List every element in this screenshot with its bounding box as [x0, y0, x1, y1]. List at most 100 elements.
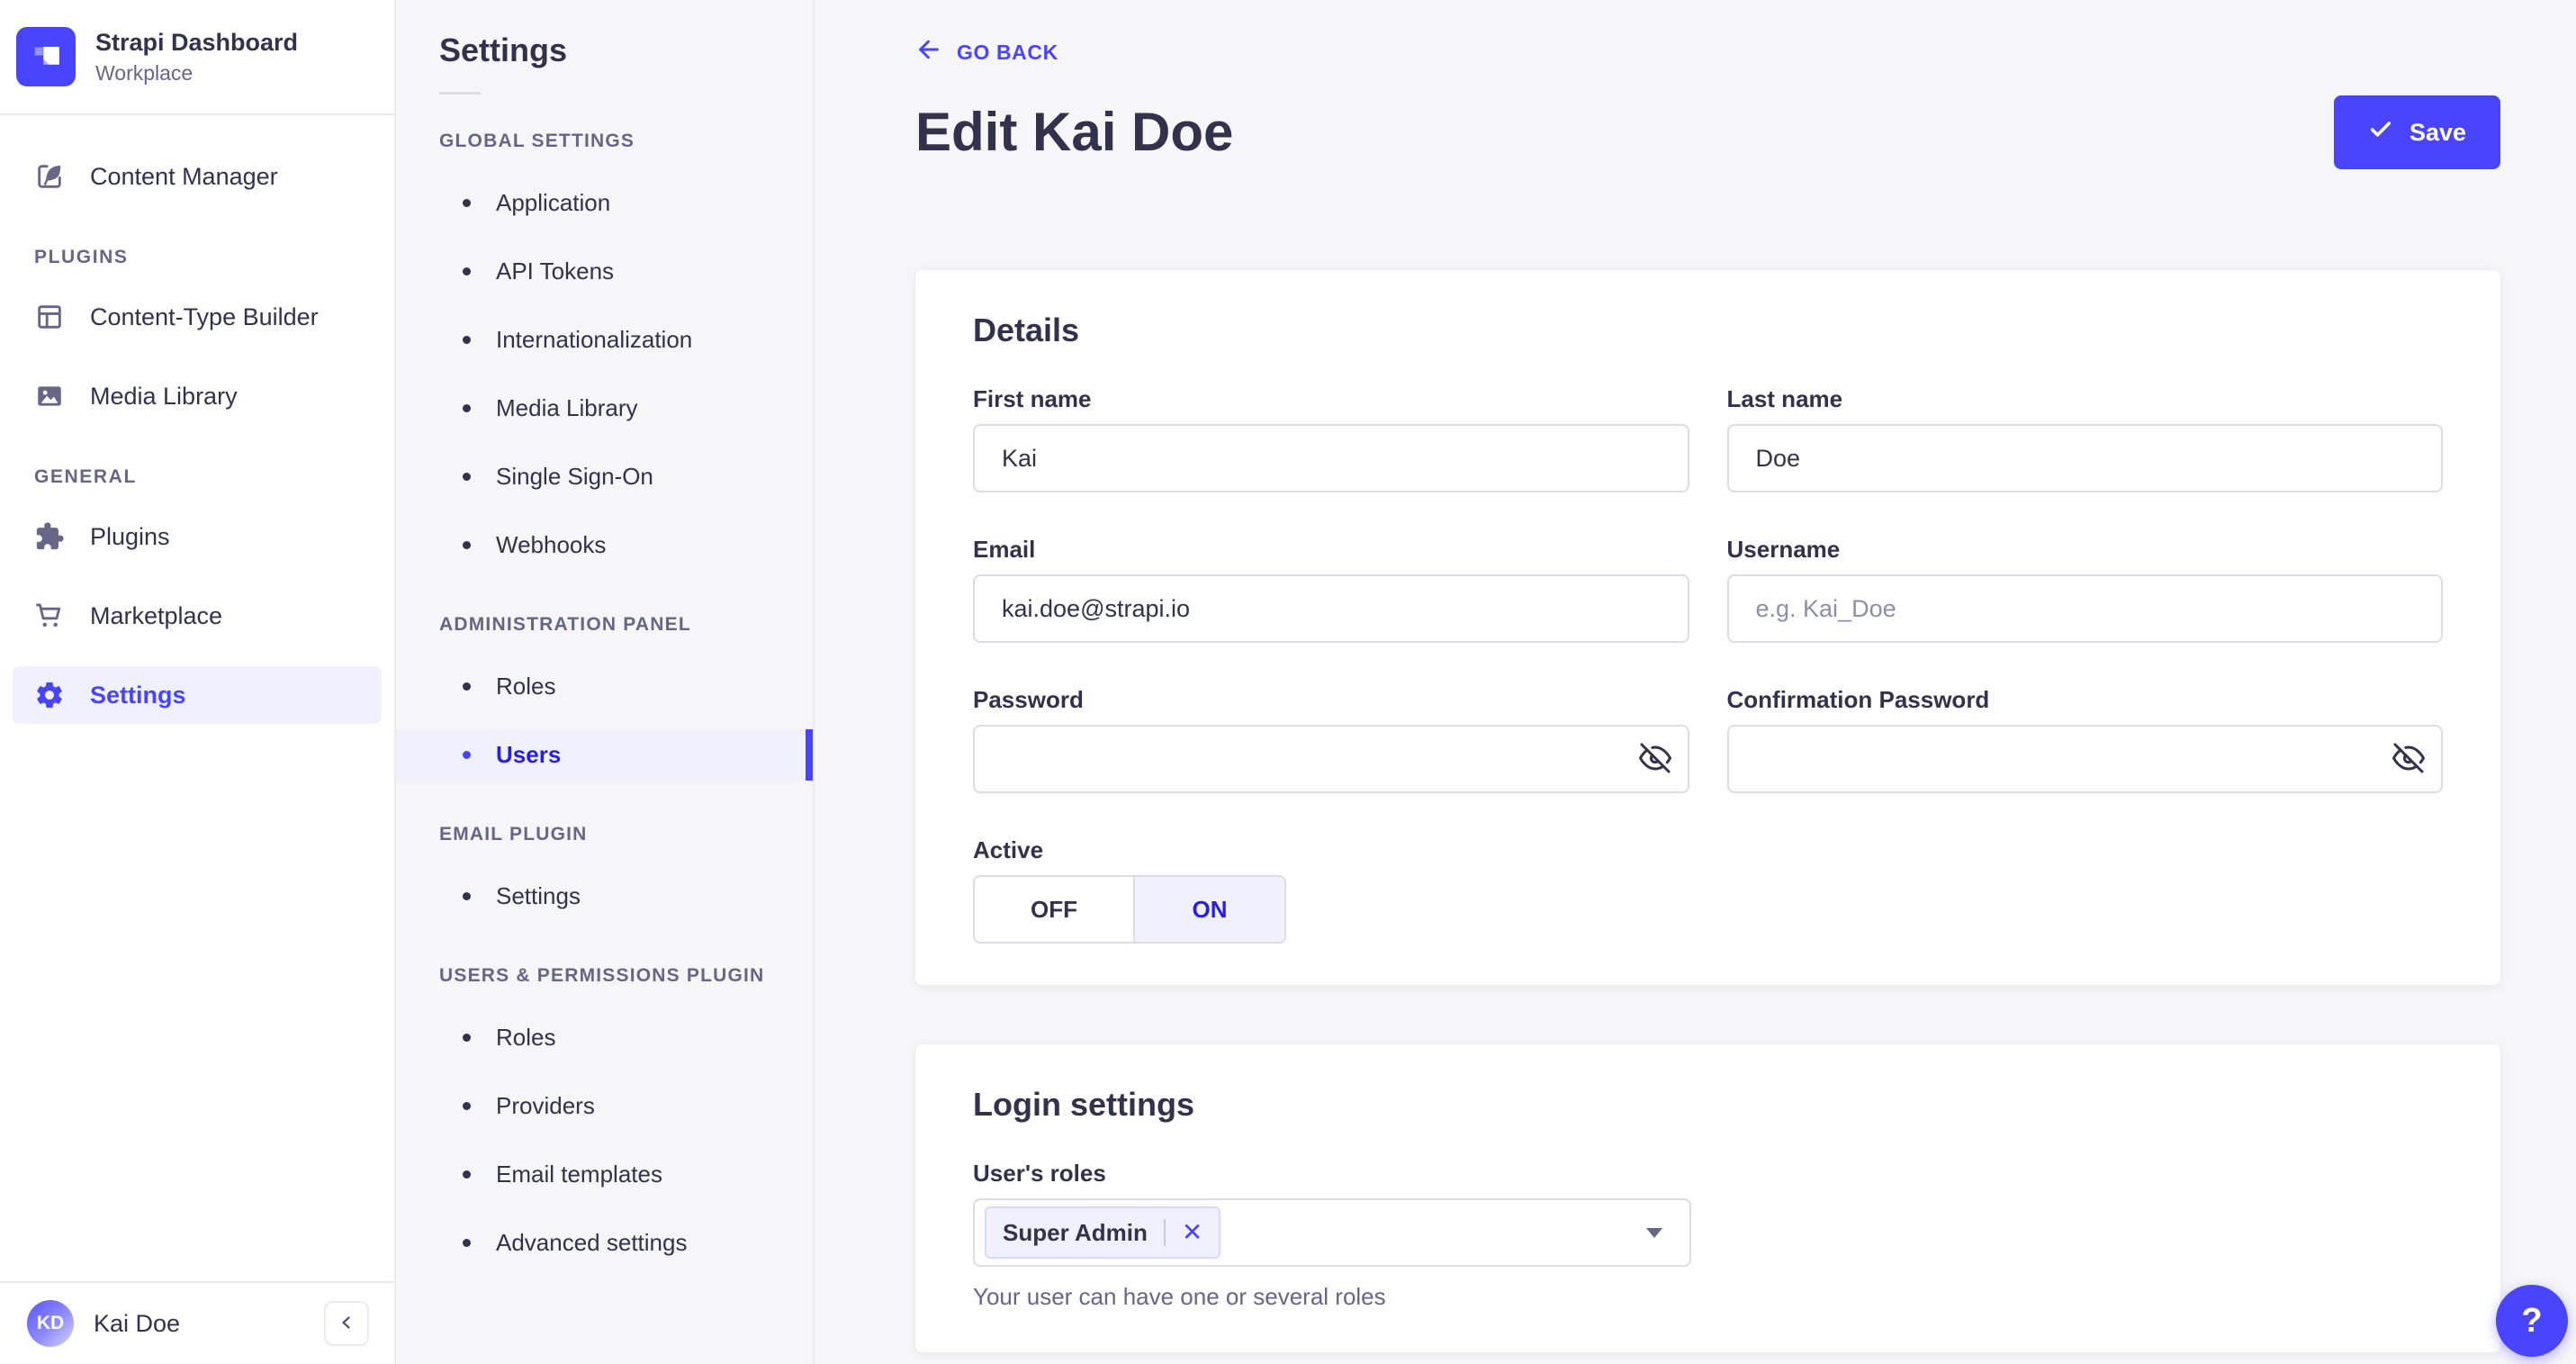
- subnav-item-single-sign-on[interactable]: Single Sign-On: [396, 451, 813, 502]
- remove-role-button[interactable]: ✕: [1182, 1220, 1202, 1245]
- subnav-item-advanced-settings[interactable]: Advanced settings: [396, 1217, 813, 1269]
- last-name-field: Last name: [1726, 385, 2443, 492]
- collapse-sidebar-button[interactable]: [324, 1301, 369, 1346]
- subnav-item-label: Media Library: [496, 394, 638, 421]
- roles-hint: Your user can have one or several roles: [973, 1283, 1386, 1310]
- role-tag-label: Super Admin: [1003, 1218, 1148, 1246]
- bullet-icon: [463, 892, 471, 900]
- confirmation-password-input[interactable]: [1726, 725, 2443, 793]
- active-field: Active OFF ON: [973, 836, 2443, 944]
- plugins-puzzle-icon: [34, 521, 65, 552]
- subnav-section-label: USERS & PERMISSIONS PLUGIN: [439, 965, 765, 986]
- subnav-item-email-settings[interactable]: Settings: [396, 871, 813, 922]
- save-label: Save: [2409, 118, 2466, 146]
- subnav-section-global: GLOBAL SETTINGS Application API Tokens I…: [396, 131, 813, 571]
- save-button[interactable]: Save: [2333, 95, 2500, 169]
- subnav-item-admin-users[interactable]: Users: [396, 729, 813, 781]
- nav-item-settings[interactable]: Settings: [13, 666, 382, 724]
- first-name-label: First name: [973, 385, 1092, 412]
- main-nav: Content Manager PLUGINS Content-Type Bui…: [0, 115, 394, 1281]
- chevron-left-icon: [336, 1312, 357, 1336]
- subnav-item-up-roles[interactable]: Roles: [396, 1012, 813, 1063]
- subnav-section-admin: ADMINISTRATION PANEL Roles Users: [396, 614, 813, 781]
- last-name-input[interactable]: [1726, 424, 2443, 492]
- subnav-item-label: Roles: [496, 673, 556, 700]
- toggle-confirmation-visibility-button[interactable]: [2382, 732, 2436, 786]
- nav-item-content-type-builder[interactable]: Content-Type Builder: [13, 288, 382, 346]
- subnav-item-providers[interactable]: Providers: [396, 1080, 813, 1132]
- subnav-section-users-permissions: USERS & PERMISSIONS PLUGIN Roles Provide…: [396, 965, 813, 1269]
- bullet-icon: [463, 473, 471, 481]
- toggle-off-button[interactable]: OFF: [975, 877, 1133, 942]
- bullet-icon: [463, 682, 471, 691]
- subnav-divider: [439, 92, 481, 95]
- workspace-switcher[interactable]: Strapi Dashboard Workplace: [0, 0, 394, 113]
- email-field: Email: [973, 536, 1689, 643]
- password-input[interactable]: [973, 725, 1689, 793]
- brand-text: Strapi Dashboard Workplace: [95, 28, 298, 85]
- nav-item-label: Content Manager: [90, 162, 278, 190]
- go-back-label: GO BACK: [957, 40, 1058, 64]
- email-input[interactable]: [973, 574, 1689, 643]
- login-settings-title: Login settings: [973, 1086, 1194, 1123]
- subnav-item-label: Internationalization: [496, 326, 693, 353]
- subnav-section-email-plugin: EMAIL PLUGIN Settings: [396, 824, 813, 922]
- go-back-link[interactable]: GO BACK: [915, 36, 1058, 68]
- subnav-item-internationalization[interactable]: Internationalization: [396, 314, 813, 366]
- bullet-icon: [463, 751, 471, 759]
- bullet-icon: [463, 199, 471, 207]
- marketplace-cart-icon: [34, 601, 65, 631]
- strapi-logo-icon: [16, 27, 76, 86]
- role-tag: Super Admin ✕: [985, 1206, 1221, 1259]
- subnav-item-label: Users: [496, 741, 562, 768]
- subnav-item-media-library[interactable]: Media Library: [396, 383, 813, 434]
- settings-gear-icon: [34, 680, 65, 710]
- bullet-icon: [463, 541, 471, 549]
- roles-select[interactable]: Super Admin ✕: [973, 1198, 1691, 1267]
- bullet-icon: [463, 1239, 471, 1247]
- bullet-icon: [463, 1102, 471, 1110]
- username-input[interactable]: [1726, 574, 2443, 643]
- nav-item-media-library[interactable]: Media Library: [13, 367, 382, 425]
- subnav-section-label: GLOBAL SETTINGS: [439, 131, 635, 151]
- subnav-item-label: API Tokens: [496, 257, 615, 285]
- subnav-section-label: ADMINISTRATION PANEL: [439, 614, 691, 635]
- subnav-item-label: Application: [496, 189, 611, 216]
- subnav-item-label: Roles: [496, 1024, 556, 1051]
- nav-item-content-manager[interactable]: Content Manager: [13, 148, 382, 205]
- nav-section-plugins-label: PLUGINS: [34, 247, 129, 267]
- subnav-item-label: Providers: [496, 1092, 595, 1119]
- email-label: Email: [973, 536, 1036, 563]
- first-name-input[interactable]: [973, 424, 1689, 492]
- details-card: Details First name Last name Email: [915, 270, 2500, 985]
- first-name-field: First name: [973, 385, 1689, 492]
- nav-item-label: Media Library: [90, 382, 238, 410]
- subnav-item-api-tokens[interactable]: API Tokens: [396, 246, 813, 297]
- user-avatar[interactable]: KD: [27, 1300, 74, 1347]
- content-type-builder-icon: [34, 302, 65, 332]
- nav-item-label: Plugins: [90, 522, 170, 550]
- toggle-password-visibility-button[interactable]: [1628, 732, 1682, 786]
- nav-item-label: Marketplace: [90, 601, 223, 629]
- content-manager-icon: [34, 161, 65, 192]
- nav-item-marketplace[interactable]: Marketplace: [13, 587, 382, 645]
- workspace-title: Strapi Dashboard: [95, 29, 299, 57]
- subnav-item-label: Advanced settings: [496, 1229, 688, 1256]
- confirmation-password-label: Confirmation Password: [1726, 686, 1990, 713]
- bullet-icon: [463, 267, 471, 276]
- subnav-item-email-templates[interactable]: Email templates: [396, 1149, 813, 1200]
- eye-off-icon: [2392, 742, 2425, 777]
- subnav-item-webhooks[interactable]: Webhooks: [396, 519, 813, 571]
- nav-item-plugins[interactable]: Plugins: [13, 508, 382, 565]
- nav-section-general-label: GENERAL: [34, 466, 137, 487]
- subnav-item-label: Single Sign-On: [496, 463, 653, 490]
- login-settings-card: Login settings User's roles Super Admin …: [915, 1044, 2500, 1352]
- app-root: Strapi Dashboard Workplace Content Manag…: [0, 0, 2576, 1364]
- tag-divider: [1163, 1219, 1166, 1246]
- active-toggle: OFF ON: [973, 875, 1286, 944]
- toggle-on-button[interactable]: ON: [1133, 877, 1284, 942]
- subnav-item-admin-roles[interactable]: Roles: [396, 661, 813, 712]
- subnav-item-application[interactable]: Application: [396, 177, 813, 229]
- help-button[interactable]: ?: [2496, 1285, 2568, 1357]
- bullet-icon: [463, 1170, 471, 1179]
